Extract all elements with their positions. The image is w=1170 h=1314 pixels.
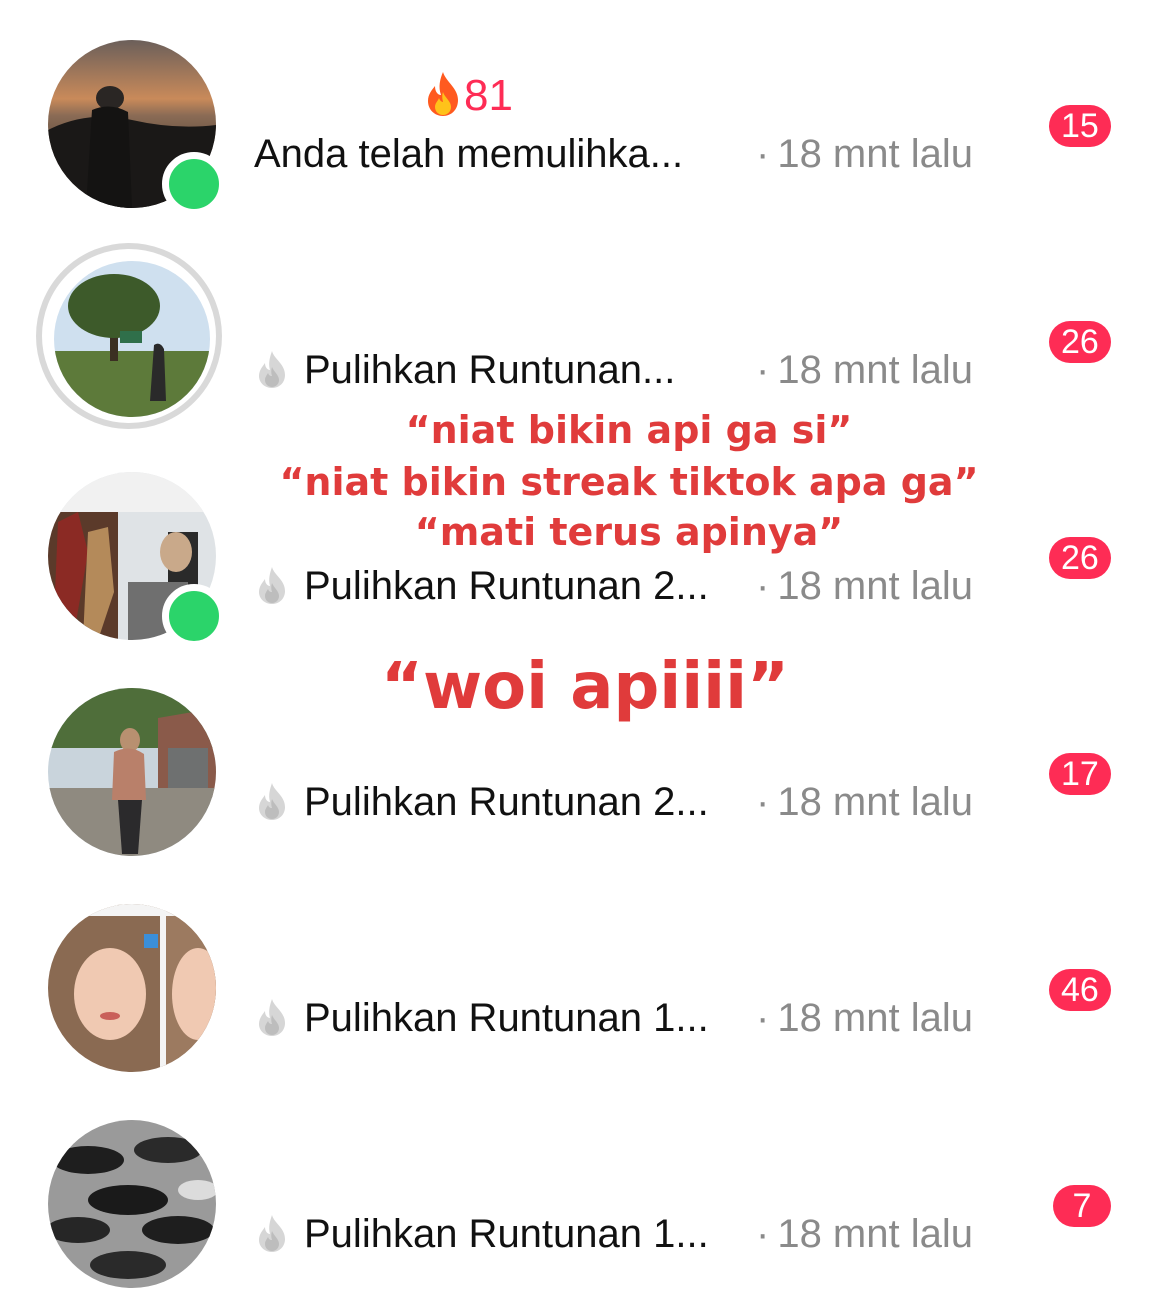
- message-preview: Pulihkan Runtunan 2...: [254, 564, 709, 609]
- separator: ·: [756, 132, 770, 176]
- chat-row[interactable]: Pulihkan Runtunan 1... · 18 mnt lalu 46: [0, 864, 1170, 1080]
- unread-badge: 7: [1053, 1185, 1111, 1227]
- unread-badge: 15: [1049, 105, 1111, 147]
- overlay-caption: “mati terus apinya”: [414, 510, 844, 554]
- chat-row[interactable]: Pulihkan Runtunan 1... · 18 mnt lalu 7: [0, 1080, 1170, 1296]
- separator: ·: [756, 348, 770, 392]
- avatar[interactable]: [48, 904, 216, 1072]
- streak-count: 81: [464, 71, 513, 120]
- timestamp: · 18 mnt lalu: [756, 780, 973, 825]
- overlay-caption-large: “woi apiiii”: [380, 650, 790, 724]
- timestamp-text: 18 mnt lalu: [777, 132, 973, 176]
- unread-badge: 17: [1049, 753, 1111, 795]
- message-preview: Pulihkan Runtunan 1...: [254, 996, 709, 1041]
- online-status-dot: [162, 584, 226, 648]
- timestamp: · 18 mnt lalu: [756, 348, 973, 393]
- fire-icon: [259, 567, 285, 604]
- avatar[interactable]: [48, 1120, 216, 1288]
- unread-badge: 26: [1049, 321, 1111, 363]
- chat-row[interactable]: Pulihkan Runtunan... · 18 mnt lalu 26: [0, 216, 1170, 432]
- message-preview: Anda telah memulihka...: [254, 132, 684, 176]
- separator: ·: [756, 996, 770, 1040]
- message-preview: Pulihkan Runtunan...: [254, 348, 675, 393]
- chat-row[interactable]: 81 Anda telah memulihka... · 18 mnt lalu …: [0, 0, 1170, 216]
- separator: ·: [756, 780, 770, 824]
- timestamp: · 18 mnt lalu: [756, 564, 973, 609]
- separator: ·: [756, 564, 770, 608]
- message-preview: Pulihkan Runtunan 2...: [254, 780, 709, 825]
- timestamp-text: 18 mnt lalu: [777, 348, 973, 392]
- message-preview-text: Pulihkan Runtunan 2...: [304, 564, 709, 608]
- timestamp: · 18 mnt lalu: [756, 1212, 973, 1257]
- message-preview: Pulihkan Runtunan 1...: [254, 1212, 709, 1257]
- message-preview-text: Pulihkan Runtunan 1...: [304, 996, 709, 1040]
- message-preview-text: Pulihkan Runtunan...: [304, 348, 676, 392]
- timestamp-text: 18 mnt lalu: [777, 996, 973, 1040]
- separator: ·: [756, 1212, 770, 1256]
- message-preview-text: Pulihkan Runtunan 2...: [304, 780, 709, 824]
- timestamp-text: 18 mnt lalu: [777, 1212, 973, 1256]
- fire-icon: [259, 999, 285, 1036]
- online-status-dot: [162, 152, 226, 216]
- message-preview-text: Pulihkan Runtunan 1...: [304, 1212, 709, 1256]
- avatar[interactable]: [54, 261, 210, 417]
- fire-icon: [259, 351, 285, 388]
- fire-icon: [259, 1215, 285, 1252]
- overlay-caption: “niat bikin streak tiktok apa ga”: [279, 460, 979, 504]
- unread-badge: 46: [1049, 969, 1111, 1011]
- timestamp-text: 18 mnt lalu: [777, 780, 973, 824]
- overlay-caption: “niat bikin api ga si”: [405, 408, 853, 452]
- timestamp: · 18 mnt lalu: [756, 996, 973, 1041]
- timestamp: · 18 mnt lalu: [756, 132, 973, 177]
- fire-icon: [428, 72, 458, 116]
- timestamp-text: 18 mnt lalu: [777, 564, 973, 608]
- fire-icon: [259, 783, 285, 820]
- streak-indicator: 81: [422, 70, 513, 121]
